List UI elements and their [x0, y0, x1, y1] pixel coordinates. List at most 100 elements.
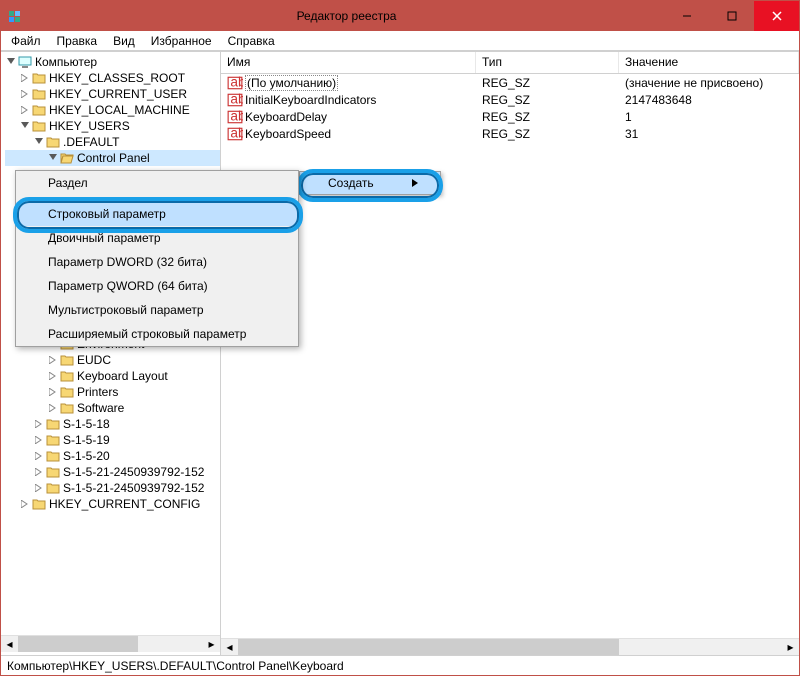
menu-item-binary[interactable]: Двоичный параметр	[16, 226, 298, 250]
tree-key[interactable]: Keyboard Layout	[5, 368, 220, 384]
menu-item-label: Двоичный параметр	[48, 231, 161, 245]
string-value-icon: ab	[227, 126, 243, 142]
expand-icon[interactable]	[33, 418, 45, 430]
menu-help[interactable]: Справка	[220, 32, 283, 50]
tree-label: Компьютер	[35, 55, 97, 69]
values-list[interactable]: ab(По умолчанию) REG_SZ (значение не при…	[221, 74, 799, 638]
value-row[interactable]: abKeyboardSpeed REG_SZ 31	[221, 125, 799, 142]
expand-icon[interactable]	[19, 88, 31, 100]
tree-key[interactable]: Software	[5, 400, 220, 416]
expand-icon[interactable]	[47, 402, 59, 414]
expand-icon[interactable]	[33, 466, 45, 478]
menu-item-string[interactable]: Строковый параметр	[16, 202, 298, 226]
menu-item-key[interactable]: Раздел	[16, 171, 298, 195]
scroll-right-icon[interactable]: ▸	[782, 639, 799, 655]
tree-key[interactable]: Printers	[5, 384, 220, 400]
menu-item-label: Создать	[328, 176, 374, 190]
tree-key-sid[interactable]: S-1-5-18	[5, 416, 220, 432]
folder-icon	[45, 480, 61, 496]
close-button[interactable]	[754, 1, 799, 31]
tree-key-default[interactable]: .DEFAULT	[5, 134, 220, 150]
tree-root[interactable]: Компьютер	[5, 54, 220, 70]
folder-icon	[59, 400, 75, 416]
expand-icon[interactable]	[33, 482, 45, 494]
folder-icon	[31, 118, 47, 134]
value-data: 1	[619, 110, 799, 124]
scroll-right-icon[interactable]: ▸	[203, 636, 220, 652]
expand-icon[interactable]	[33, 450, 45, 462]
value-type: REG_SZ	[476, 93, 619, 107]
value-data: 2147483648	[619, 93, 799, 107]
tree-key-sid[interactable]: S-1-5-21-2450939792-152	[5, 480, 220, 496]
tree-key[interactable]: EUDC	[5, 352, 220, 368]
value-row[interactable]: abInitialKeyboardIndicators REG_SZ 21474…	[221, 91, 799, 108]
tree-label: S-1-5-18	[63, 417, 110, 431]
tree-label: Software	[77, 401, 124, 415]
minimize-button[interactable]	[664, 1, 709, 31]
tree-horizontal-scrollbar[interactable]: ◂ ▸	[1, 635, 220, 652]
titlebar: Редактор реестра	[1, 1, 799, 31]
menu-item-multistring[interactable]: Мультистроковый параметр	[16, 298, 298, 322]
collapse-icon[interactable]	[47, 152, 59, 164]
tree-key-sid[interactable]: S-1-5-20	[5, 448, 220, 464]
folder-icon	[45, 134, 61, 150]
column-type[interactable]: Тип	[476, 52, 619, 73]
expand-icon[interactable]	[19, 498, 31, 510]
tree-pane: Компьютер HKEY_CLASSES_ROOT HKEY_CURRENT…	[1, 52, 221, 655]
scroll-left-icon[interactable]: ◂	[1, 636, 18, 652]
expand-icon[interactable]	[47, 370, 59, 382]
tree-hive[interactable]: HKEY_USERS	[5, 118, 220, 134]
value-row[interactable]: abKeyboardDelay REG_SZ 1	[221, 108, 799, 125]
svg-text:ab: ab	[230, 75, 243, 89]
value-name: InitialKeyboardIndicators	[245, 93, 376, 107]
collapse-icon[interactable]	[5, 56, 17, 68]
expand-icon[interactable]	[19, 72, 31, 84]
tree-hive[interactable]: HKEY_CURRENT_USER	[5, 86, 220, 102]
menu-view[interactable]: Вид	[105, 32, 143, 50]
tree-hive[interactable]: HKEY_LOCAL_MACHINE	[5, 102, 220, 118]
menu-item-create[interactable]: Создать	[300, 172, 440, 194]
tree-label: HKEY_USERS	[49, 119, 130, 133]
tree-hive[interactable]: HKEY_CURRENT_CONFIG	[5, 496, 220, 512]
expand-icon[interactable]	[47, 386, 59, 398]
submenu-arrow-icon	[412, 176, 418, 190]
menu-file[interactable]: Файл	[3, 32, 49, 50]
tree-key-sid[interactable]: S-1-5-21-2450939792-152	[5, 464, 220, 480]
list-horizontal-scrollbar[interactable]: ◂ ▸	[221, 638, 799, 655]
tree-hive[interactable]: HKEY_CLASSES_ROOT	[5, 70, 220, 86]
string-value-icon: ab	[227, 92, 243, 108]
context-submenu-new[interactable]: Раздел Строковый параметр Двоичный парам…	[15, 170, 299, 347]
menu-item-label: Мультистроковый параметр	[48, 303, 204, 317]
menu-item-label: Параметр QWORD (64 бита)	[48, 279, 208, 293]
folder-icon	[45, 448, 61, 464]
value-data: 31	[619, 127, 799, 141]
folder-icon	[31, 70, 47, 86]
maximize-button[interactable]	[709, 1, 754, 31]
menu-item-label: Параметр DWORD (32 бита)	[48, 255, 207, 269]
menu-favorites[interactable]: Избранное	[143, 32, 220, 50]
tree-label: Keyboard Layout	[77, 369, 168, 383]
value-name: KeyboardDelay	[245, 110, 327, 124]
scroll-left-icon[interactable]: ◂	[221, 639, 238, 655]
expand-icon[interactable]	[33, 434, 45, 446]
menu-item-expandstring[interactable]: Расширяемый строковый параметр	[16, 322, 298, 346]
value-type: REG_SZ	[476, 110, 619, 124]
svg-text:ab: ab	[230, 109, 243, 123]
menu-item-dword[interactable]: Параметр DWORD (32 бита)	[16, 250, 298, 274]
collapse-icon[interactable]	[33, 136, 45, 148]
collapse-icon[interactable]	[19, 120, 31, 132]
value-row[interactable]: ab(По умолчанию) REG_SZ (значение не при…	[221, 74, 799, 91]
context-menu-new[interactable]: Создать	[299, 171, 441, 195]
menubar: Файл Правка Вид Избранное Справка	[1, 31, 799, 51]
expand-icon[interactable]	[47, 354, 59, 366]
tree-key-control-panel[interactable]: Control Panel	[5, 150, 220, 166]
folder-open-icon	[59, 150, 75, 166]
tree-key-sid[interactable]: S-1-5-19	[5, 432, 220, 448]
column-value[interactable]: Значение	[619, 52, 799, 73]
expand-icon[interactable]	[19, 104, 31, 116]
column-name[interactable]: Имя	[221, 52, 476, 73]
folder-icon	[31, 86, 47, 102]
menu-edit[interactable]: Правка	[49, 32, 106, 50]
menu-item-qword[interactable]: Параметр QWORD (64 бита)	[16, 274, 298, 298]
value-name: KeyboardSpeed	[245, 127, 331, 141]
